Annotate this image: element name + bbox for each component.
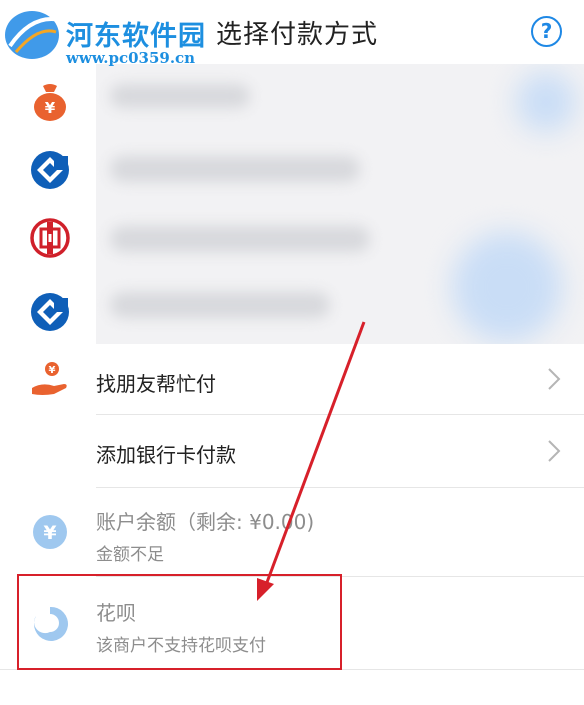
svg-text:¥: ¥ [43, 522, 56, 544]
annotation-highlight-box [17, 574, 342, 670]
watermark-url: www.pc0359.cn [66, 49, 196, 67]
blurred-text [110, 226, 370, 252]
chevron-right-icon [548, 440, 561, 462]
friend-pay-row[interactable]: ¥ 找朋友帮忙付 [0, 344, 584, 414]
money-bag-icon: ¥ [34, 84, 66, 121]
blurred-text [110, 84, 250, 108]
balance-label: 账户余额（剩余: ¥0.00) [96, 510, 315, 534]
ccb-bank-icon[interactable] [28, 290, 72, 334]
svg-text:¥: ¥ [45, 99, 56, 117]
blurred-account-list [96, 64, 584, 344]
add-bank-card-label: 添加银行卡付款 [96, 443, 236, 467]
site-watermark: 河东软件园 www.pc0359.cn [2, 6, 212, 68]
blurred-text [110, 156, 360, 182]
icbc-bank-icon[interactable] [28, 216, 72, 260]
payment-method-screen: 选择付款方式 ? ¥ ¥ 找朋友帮忙付 添加银行卡付款 ¥ 账户余额（剩余: ¥… [0, 0, 584, 705]
blurred-shape [452, 232, 562, 342]
balance-row: ¥ 账户余额（剩余: ¥0.00) 金额不足 [0, 488, 584, 576]
hand-coin-icon: ¥ [32, 362, 67, 395]
balance-note: 金额不足 [96, 545, 164, 565]
page-title: 选择付款方式 [216, 20, 379, 50]
add-bank-card-row[interactable]: 添加银行卡付款 [0, 415, 584, 487]
yuan-coin-icon: ¥ [33, 515, 67, 549]
svg-text:¥: ¥ [49, 365, 56, 376]
friend-pay-label: 找朋友帮忙付 [96, 372, 216, 396]
watermark-title: 河东软件园 [66, 21, 206, 52]
watermark-logo-icon [5, 11, 61, 59]
blurred-text [110, 292, 330, 318]
ccb-bank-icon[interactable] [28, 148, 72, 192]
chevron-right-icon [548, 368, 561, 390]
help-button[interactable]: ? [531, 16, 562, 47]
blurred-shape [516, 72, 576, 132]
